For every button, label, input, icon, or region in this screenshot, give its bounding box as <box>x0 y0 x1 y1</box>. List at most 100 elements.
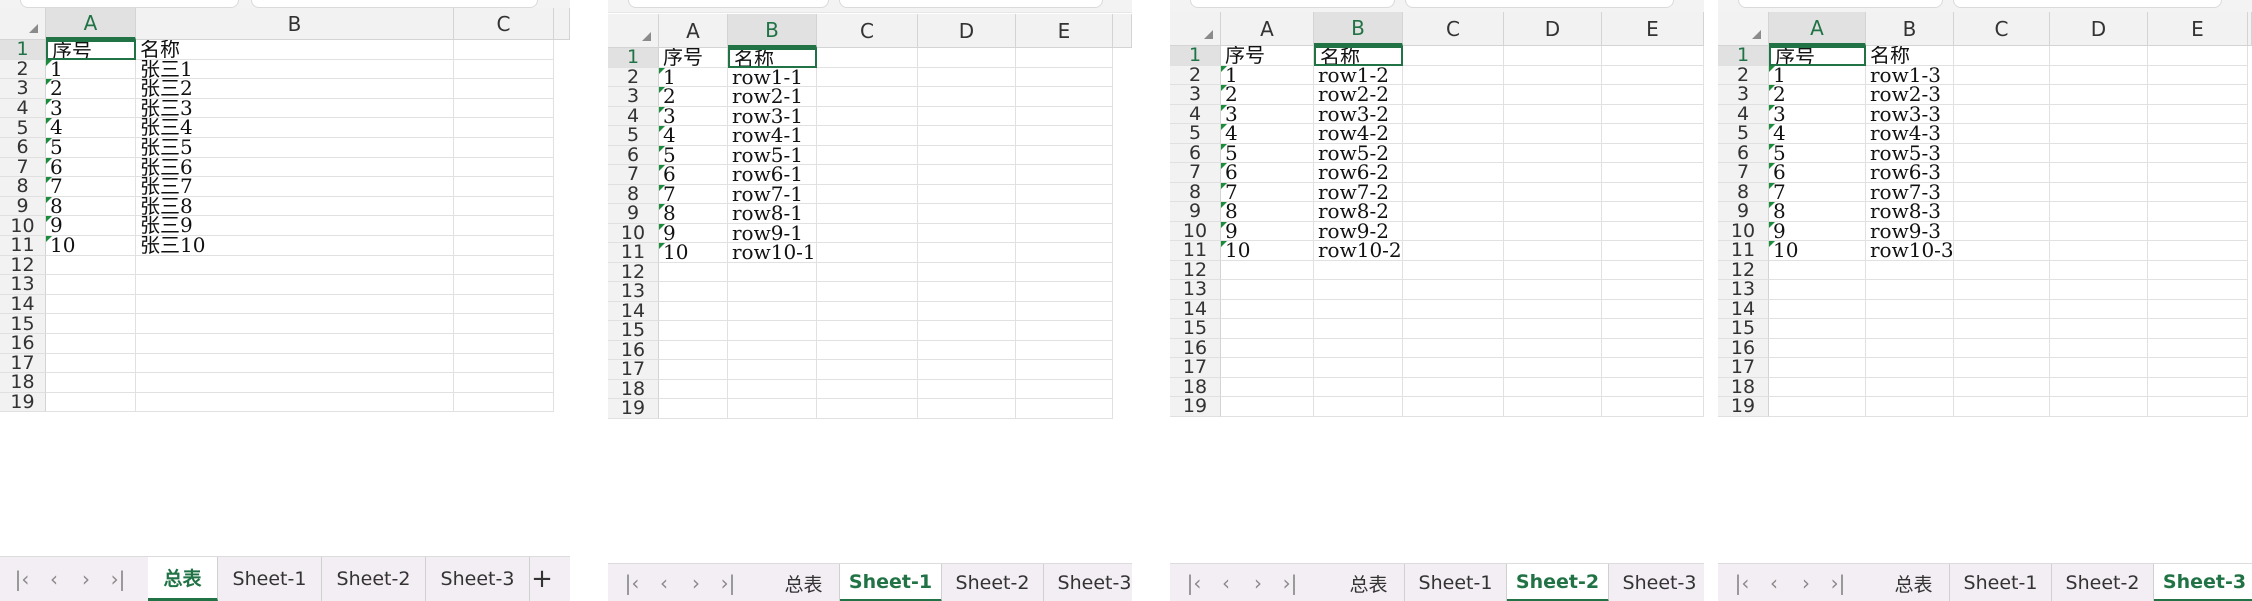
cell-b10[interactable]: 张三9 <box>136 216 454 236</box>
cell-d7[interactable] <box>2050 163 2148 183</box>
cell-e19[interactable] <box>1602 397 1704 417</box>
cell-c17[interactable] <box>817 360 918 380</box>
cell-a8[interactable]: 7 <box>1769 182 1866 202</box>
row-header-2[interactable]: 2 <box>1718 64 1769 86</box>
next-sheet-icon[interactable]: › <box>1790 571 1822 595</box>
row-header-14[interactable]: 14 <box>0 293 46 315</box>
cell-b14[interactable] <box>136 294 454 315</box>
cell-b11[interactable]: 张三10 <box>136 236 454 256</box>
next-sheet-icon[interactable]: › <box>1242 571 1274 595</box>
column-header-d[interactable]: D <box>1504 12 1602 46</box>
cell-d11[interactable] <box>918 243 1016 263</box>
cell-d19[interactable] <box>1504 397 1602 417</box>
cell-c7[interactable] <box>1954 163 2050 183</box>
cell-b16[interactable] <box>1866 338 1954 358</box>
row-header-18[interactable]: 18 <box>1170 376 1221 398</box>
cell-b13[interactable] <box>728 282 817 302</box>
cell-a17[interactable] <box>659 360 728 380</box>
cell-c16[interactable] <box>817 340 918 360</box>
cell-c19[interactable] <box>1954 397 2050 417</box>
cell-c13[interactable] <box>1403 280 1504 300</box>
row-header-3[interactable]: 3 <box>1718 83 1769 105</box>
cell-e1[interactable] <box>2148 46 2248 66</box>
row-header-8[interactable]: 8 <box>608 183 659 205</box>
cell-d18[interactable] <box>918 379 1016 399</box>
cell-a3[interactable]: 2 <box>659 87 728 107</box>
cell-e17[interactable] <box>1602 358 1704 378</box>
cell-c3[interactable] <box>454 79 554 99</box>
row-header-14[interactable]: 14 <box>608 300 659 322</box>
cell-b13[interactable] <box>1314 280 1403 300</box>
cell-a15[interactable] <box>659 321 728 341</box>
cell-d6[interactable] <box>2050 143 2148 163</box>
cell-e18[interactable] <box>2148 377 2248 397</box>
row-header-2[interactable]: 2 <box>1170 64 1221 86</box>
cell-c1[interactable] <box>1954 46 2050 66</box>
sheet-tab-sheet-2[interactable]: Sheet-2 <box>942 564 1044 601</box>
row-header-7[interactable]: 7 <box>1170 161 1221 183</box>
row-header-9[interactable]: 9 <box>1170 200 1221 222</box>
row-header-14[interactable]: 14 <box>1718 298 1769 320</box>
cell-c5[interactable] <box>1954 124 2050 144</box>
cell-b7[interactable]: 张三6 <box>136 157 454 178</box>
cell-d7[interactable] <box>918 165 1016 185</box>
cell-d1[interactable] <box>918 48 1016 68</box>
cell-a5[interactable]: 4 <box>1221 124 1314 144</box>
cell-b2[interactable]: row1-1 <box>728 67 817 87</box>
cell-c16[interactable] <box>1954 338 2050 358</box>
row-header-7[interactable]: 7 <box>0 156 46 178</box>
cell-e8[interactable] <box>1602 182 1704 202</box>
cell-a11[interactable]: 10 <box>46 236 136 256</box>
formula-box[interactable] <box>1190 0 1395 8</box>
cell-b8[interactable]: row7-1 <box>728 184 817 204</box>
column-header-b[interactable]: B <box>1866 12 1954 46</box>
row-header-18[interactable]: 18 <box>0 371 46 393</box>
row-header-1[interactable]: 1 <box>0 38 46 60</box>
cell-b14[interactable] <box>1866 299 1954 319</box>
cell-d5[interactable] <box>2050 124 2148 144</box>
row-header-15[interactable]: 15 <box>1170 317 1221 339</box>
cell-c7[interactable] <box>817 165 918 185</box>
cell-b14[interactable] <box>728 301 817 321</box>
row-header-3[interactable]: 3 <box>1170 83 1221 105</box>
cell-b8[interactable]: row7-3 <box>1866 182 1954 202</box>
cell-a8[interactable]: 7 <box>46 177 136 197</box>
column-header-c[interactable]: C <box>454 8 554 40</box>
cell-b4[interactable]: 张三3 <box>136 98 454 119</box>
cell-d8[interactable] <box>1504 182 1602 202</box>
cell-e5[interactable] <box>1602 124 1704 144</box>
row-header-8[interactable]: 8 <box>0 175 46 197</box>
cell-a16[interactable] <box>46 334 136 354</box>
cell-c10[interactable] <box>817 223 918 243</box>
cell-d10[interactable] <box>918 223 1016 243</box>
row-header-1[interactable]: 1 <box>608 46 659 68</box>
cell-c9[interactable] <box>817 204 918 224</box>
row-header-12[interactable]: 12 <box>0 254 46 276</box>
cell-c10[interactable] <box>454 216 554 236</box>
cell-c13[interactable] <box>454 275 554 295</box>
row-header-17[interactable]: 17 <box>1718 356 1769 378</box>
cell-b1[interactable]: 名称 <box>1866 46 1954 66</box>
cell-d19[interactable] <box>918 399 1016 419</box>
row-header-15[interactable]: 15 <box>608 319 659 341</box>
cell-e6[interactable] <box>2148 143 2248 163</box>
cell-d1[interactable] <box>1504 46 1602 66</box>
row-header-17[interactable]: 17 <box>608 358 659 380</box>
cell-a9[interactable]: 8 <box>1769 202 1866 222</box>
cell-a10[interactable]: 9 <box>46 216 136 236</box>
cell-a12[interactable] <box>1769 260 1866 280</box>
cell-d8[interactable] <box>2050 182 2148 202</box>
cell-c4[interactable] <box>454 98 554 119</box>
cell-d19[interactable] <box>2050 397 2148 417</box>
sheet-tab-summary[interactable]: 总表 <box>1333 564 1405 601</box>
cell-a19[interactable] <box>1221 397 1314 417</box>
row-header-9[interactable]: 9 <box>1718 200 1769 222</box>
cell-d3[interactable] <box>1504 85 1602 105</box>
row-header-9[interactable]: 9 <box>608 202 659 224</box>
column-header-d[interactable]: D <box>2050 12 2148 46</box>
row-header-4[interactable]: 4 <box>1170 103 1221 125</box>
cell-d6[interactable] <box>918 145 1016 165</box>
cell-c6[interactable] <box>1954 143 2050 163</box>
cell-e3[interactable] <box>2148 85 2248 105</box>
sheet-tab-sheet-3[interactable]: Sheet-3 <box>2154 564 2252 601</box>
